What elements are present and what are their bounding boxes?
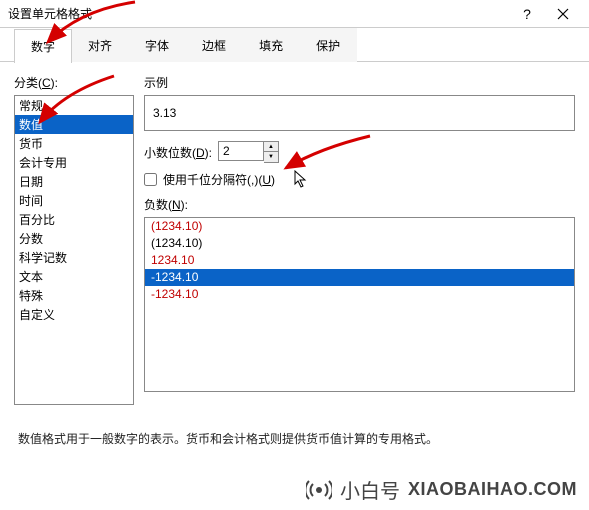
negative-item[interactable]: (1234.10) — [145, 218, 574, 235]
category-item[interactable]: 货币 — [15, 134, 133, 153]
close-button[interactable] — [545, 8, 581, 20]
decimals-spinner[interactable]: ▲ ▼ — [218, 141, 279, 163]
category-item[interactable]: 自定义 — [15, 305, 133, 324]
watermark-cn: 小白号 — [340, 475, 400, 504]
watermark-en: XIAOBAIHAO.COM — [408, 479, 577, 500]
broadcast-icon — [306, 477, 332, 503]
category-item[interactable]: 会计专用 — [15, 153, 133, 172]
tab-4[interactable]: 填充 — [242, 28, 300, 62]
category-item[interactable]: 日期 — [15, 172, 133, 191]
spinner-down[interactable]: ▼ — [264, 152, 278, 162]
category-item[interactable]: 文本 — [15, 267, 133, 286]
tab-3[interactable]: 边框 — [185, 28, 243, 62]
tab-5[interactable]: 保护 — [299, 28, 357, 62]
category-item[interactable]: 数值 — [15, 115, 133, 134]
help-button[interactable]: ? — [509, 6, 545, 22]
negative-item[interactable]: -1234.10 — [145, 286, 574, 303]
tab-1[interactable]: 对齐 — [71, 28, 129, 62]
negative-item[interactable]: 1234.10 — [145, 252, 574, 269]
category-item[interactable]: 特殊 — [15, 286, 133, 305]
tab-2[interactable]: 字体 — [128, 28, 186, 62]
thousands-checkbox[interactable] — [144, 173, 157, 186]
tab-0[interactable]: 数字 — [14, 29, 72, 63]
category-label: 分类(C): — [14, 74, 134, 91]
negatives-label: 负数(N): — [144, 196, 575, 213]
category-item[interactable]: 时间 — [15, 191, 133, 210]
tab-strip: 数字对齐字体边框填充保护 — [0, 28, 589, 62]
negative-item[interactable]: (1234.10) — [145, 235, 574, 252]
description-text: 数值格式用于一般数字的表示。货币和会计格式则提供货币值计算的专用格式。 — [18, 430, 571, 447]
decimals-label: 小数位数(D): — [144, 144, 212, 161]
category-item[interactable]: 常规 — [15, 96, 133, 115]
decimals-input[interactable] — [218, 141, 264, 161]
example-label: 示例 — [144, 74, 575, 91]
category-item[interactable]: 分数 — [15, 229, 133, 248]
spinner-up[interactable]: ▲ — [264, 142, 278, 152]
category-item[interactable]: 科学记数 — [15, 248, 133, 267]
example-value: 3.13 — [144, 95, 575, 131]
negative-item[interactable]: -1234.10 — [145, 269, 574, 286]
watermark: 小白号 XIAOBAIHAO.COM — [306, 475, 577, 504]
titlebar: 设置单元格格式 ? — [0, 0, 589, 28]
thousands-label: 使用千位分隔符(,)(U) — [163, 171, 275, 188]
dialog-title: 设置单元格格式 — [8, 5, 509, 22]
category-listbox[interactable]: 常规数值货币会计专用日期时间百分比分数科学记数文本特殊自定义 — [14, 95, 134, 405]
category-item[interactable]: 百分比 — [15, 210, 133, 229]
negatives-listbox[interactable]: (1234.10)(1234.10)1234.10-1234.10-1234.1… — [144, 217, 575, 392]
